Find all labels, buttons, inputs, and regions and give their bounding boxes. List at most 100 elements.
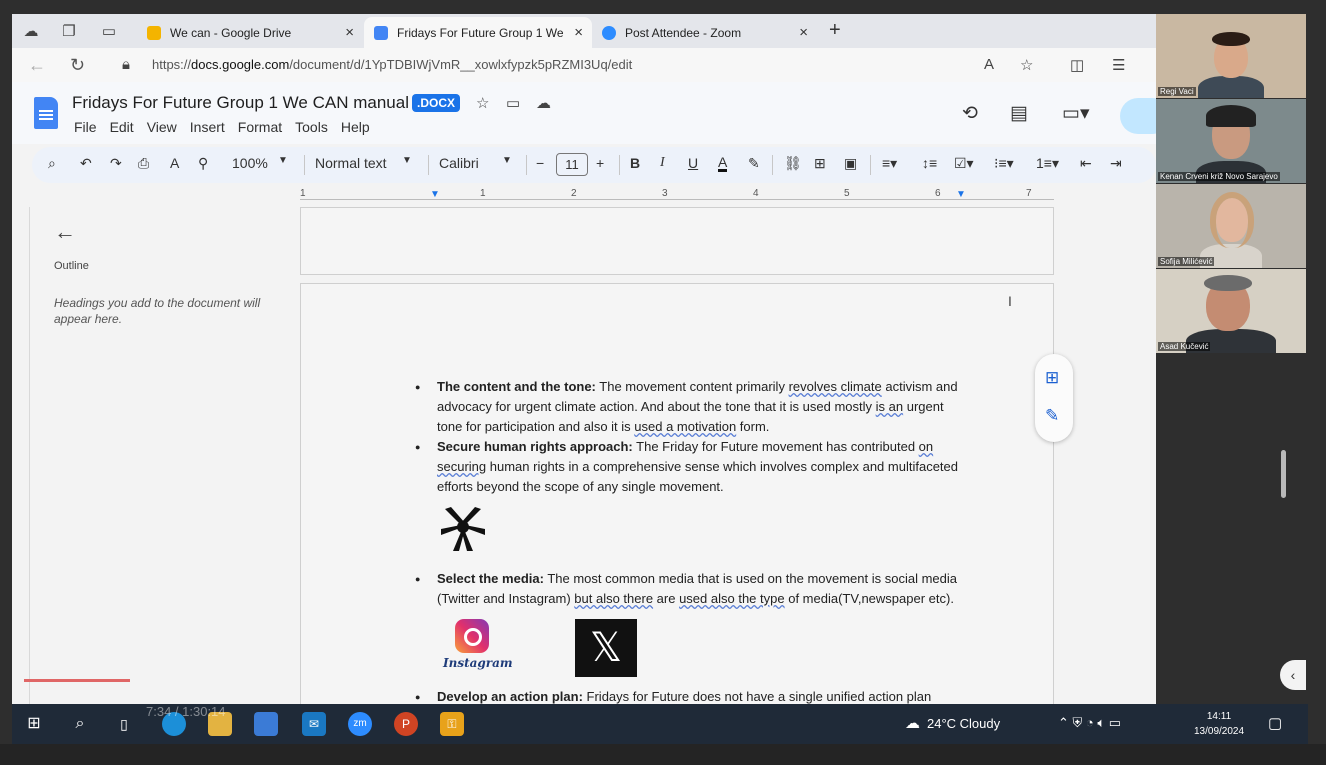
document-body[interactable]: The content and the tone: The movement c… — [415, 377, 967, 704]
increase-font-size-icon[interactable]: + — [596, 155, 604, 171]
notifications-icon[interactable]: ▢ — [1268, 714, 1282, 732]
search-menus-icon[interactable]: ⌕ — [48, 155, 56, 172]
highlight-icon[interactable]: ✎ — [748, 155, 760, 172]
start-icon[interactable]: ⊞ — [22, 712, 46, 736]
decrease-indent-icon[interactable]: ⇤ — [1080, 155, 1092, 172]
tab-fridays-doc[interactable]: Fridays For Future Group 1 We CA × — [364, 17, 592, 48]
participant-tile[interactable]: Sofija Milićević — [1156, 184, 1306, 268]
document-title[interactable]: Fridays For Future Group 1 We CAN manual — [72, 93, 409, 113]
redo-icon[interactable]: ↷ — [110, 155, 122, 172]
favorites-list-icon[interactable]: ☰ — [1112, 56, 1125, 74]
chevron-down-icon[interactable]: ▼ — [278, 155, 288, 166]
task-view-icon[interactable]: ▯ — [112, 712, 136, 736]
reload-icon[interactable]: ↻ — [70, 55, 85, 76]
underline-icon[interactable]: U — [688, 155, 698, 171]
align-icon[interactable]: ≡▾ — [882, 155, 897, 172]
font-select[interactable]: Calibri — [439, 155, 479, 171]
key-app-icon[interactable]: ⚿ — [440, 712, 464, 736]
undo-icon[interactable]: ↶ — [80, 155, 92, 172]
participant-tile[interactable]: Asad Kučević — [1156, 269, 1306, 353]
tab-label: Post Attendee - Zoom — [625, 25, 742, 40]
suggest-edits-icon[interactable]: ✎ — [1045, 406, 1059, 426]
share-button[interactable] — [1120, 98, 1156, 134]
profile-icon[interactable]: ☁ — [20, 21, 42, 43]
url-field[interactable]: https://docs.google.com/document/d/1YpTD… — [152, 57, 632, 72]
right-indent-marker[interactable]: ▼ — [956, 189, 966, 200]
spelling-suggestion[interactable]: used a motivation — [634, 419, 736, 434]
back-icon[interactable]: ← — [28, 55, 46, 76]
close-outline-icon[interactable]: ← — [54, 219, 76, 245]
spellcheck-icon[interactable]: A — [170, 155, 179, 171]
new-tab-button[interactable]: + — [829, 19, 841, 42]
italic-icon[interactable]: I — [660, 155, 665, 171]
docs-logo-icon[interactable] — [34, 97, 58, 129]
page-current[interactable]: The content and the tone: The movement c… — [300, 283, 1054, 704]
tab-google-drive[interactable]: We can - Google Drive × — [137, 17, 363, 48]
menu-view[interactable]: View — [147, 119, 177, 135]
store-icon[interactable] — [254, 712, 278, 736]
style-select[interactable]: Normal text — [315, 155, 387, 171]
close-tab-icon[interactable]: × — [799, 24, 808, 41]
split-screen-icon[interactable]: ◫ — [1070, 56, 1084, 74]
spelling-suggestion[interactable]: revolves climate — [789, 379, 882, 394]
participant-tile[interactable]: Regi Vaci — [1156, 14, 1306, 98]
chevron-down-icon[interactable]: ▼ — [502, 155, 512, 166]
add-comment-icon[interactable]: ⊞ — [1045, 368, 1059, 388]
paint-format-icon[interactable]: ⚲ — [198, 155, 208, 172]
link-icon[interactable]: ⛓ — [784, 155, 802, 172]
video-progress-bar[interactable] — [24, 679, 130, 682]
menu-tools[interactable]: Tools — [295, 119, 328, 135]
add-comment-icon[interactable]: ⊞ — [814, 155, 826, 172]
powerpoint-icon[interactable]: P — [394, 712, 418, 736]
workspaces-icon[interactable]: ❐ — [58, 21, 80, 43]
checklist-icon[interactable]: ☑▾ — [954, 155, 974, 172]
mail-icon[interactable]: ✉ — [302, 712, 326, 736]
tab-actions-icon[interactable]: ▭ — [98, 21, 120, 43]
participant-tile[interactable]: Kenan Crveni križ Novo Sarajevo — [1156, 99, 1306, 183]
menu-format[interactable]: Format — [238, 119, 282, 135]
star-icon[interactable]: ☆ — [476, 94, 489, 112]
font-size-input[interactable]: 11 — [556, 153, 588, 176]
x-logo-icon[interactable]: 𝕏 — [575, 619, 637, 677]
text-color-icon[interactable]: A — [718, 155, 728, 172]
ruler-number: 1 — [480, 188, 486, 199]
search-icon[interactable]: ⌕ — [68, 712, 92, 736]
instagram-logo[interactable]: Instagram — [443, 619, 513, 673]
favorite-star-icon[interactable]: ☆ — [1020, 56, 1033, 74]
numbered-list-icon[interactable]: 1≡▾ — [1036, 155, 1059, 172]
read-aloud-icon[interactable]: A — [984, 56, 994, 73]
zoom-app-icon[interactable]: zm — [348, 712, 372, 736]
increase-indent-icon[interactable]: ⇥ — [1110, 155, 1122, 172]
chevron-down-icon[interactable]: ▼ — [402, 155, 412, 166]
meet-icon[interactable]: ▭▾ — [1062, 102, 1090, 125]
left-indent-marker[interactable]: ▼ — [430, 189, 440, 200]
spelling-suggestion[interactable]: used also the type — [679, 591, 785, 606]
raised-fists-image[interactable] — [437, 505, 489, 553]
close-tab-icon[interactable]: × — [574, 24, 583, 41]
version-history-icon[interactable]: ⟲ — [962, 102, 978, 125]
print-icon[interactable]: ⎙ — [138, 155, 149, 172]
insert-image-icon[interactable]: ▣ — [844, 155, 857, 172]
decrease-font-size-icon[interactable]: − — [536, 155, 544, 171]
close-tab-icon[interactable]: × — [345, 24, 354, 41]
weather-text[interactable]: 24°C Cloudy — [927, 716, 1000, 731]
system-tray-icons[interactable]: ⌃ ⛨ ◔ 🔈︎ ▭ — [1058, 715, 1121, 731]
page-scrollbar[interactable] — [1281, 450, 1286, 498]
bold-icon[interactable]: B — [630, 155, 640, 171]
spelling-suggestion[interactable]: is an — [876, 399, 903, 414]
zoom-select[interactable]: 100% — [232, 155, 268, 171]
tab-zoom[interactable]: Post Attendee - Zoom × — [592, 17, 817, 48]
cloud-status-icon[interactable]: ☁ — [536, 94, 551, 112]
site-info-icon[interactable]: 🔒︎ — [122, 56, 130, 73]
line-spacing-icon[interactable]: ↕≡ — [922, 155, 937, 171]
spelling-suggestion[interactable]: but also there — [574, 591, 653, 606]
menu-insert[interactable]: Insert — [190, 119, 225, 135]
collapse-panel-button[interactable]: ‹ — [1280, 660, 1306, 690]
menu-help[interactable]: Help — [341, 119, 370, 135]
menu-edit[interactable]: Edit — [110, 119, 134, 135]
bulleted-list-icon[interactable]: ⁝≡▾ — [994, 155, 1014, 172]
menu-file[interactable]: File — [74, 119, 97, 135]
comments-icon[interactable]: ▤ — [1010, 102, 1028, 125]
taskbar-clock[interactable]: 14:11 13/09/2024 — [1194, 709, 1244, 739]
move-folder-icon[interactable]: ▭ — [506, 94, 520, 112]
